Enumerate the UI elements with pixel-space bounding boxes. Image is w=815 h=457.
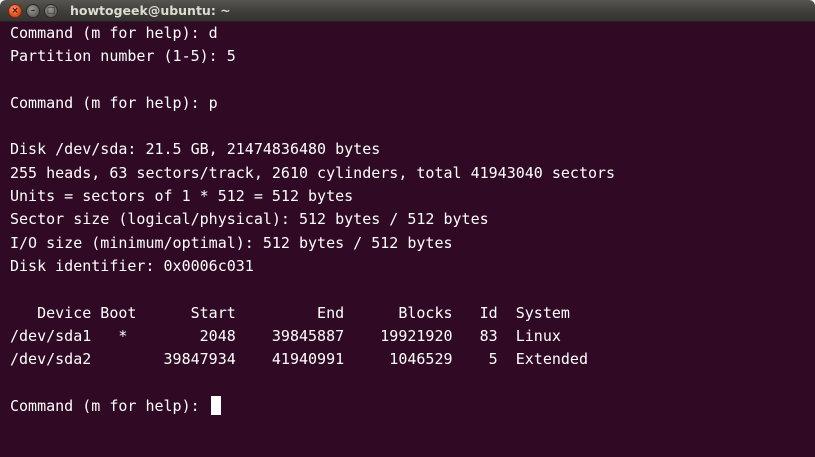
partition-table-header: Device Boot Start End Blocks Id System xyxy=(10,303,570,322)
terminal-line: I/O size (minimum/optimal): 512 bytes / … xyxy=(10,233,453,252)
text-cursor xyxy=(210,395,221,415)
terminal-line: 255 heads, 63 sectors/track, 2610 cylind… xyxy=(10,163,616,182)
terminal-line: Disk /dev/sda: 21.5 GB, 21474836480 byte… xyxy=(10,140,381,159)
terminal-window: × – □ howtogeek@ubuntu: ~ Command (m for… xyxy=(0,0,815,457)
terminal-line: Partition number (1-5): 5 xyxy=(10,47,236,66)
terminal-line: Disk identifier: 0x0006c031 xyxy=(10,256,254,275)
maximize-icon[interactable]: □ xyxy=(44,4,58,18)
title-bar[interactable]: × – □ howtogeek@ubuntu: ~ xyxy=(0,0,815,22)
partition-table-row: /dev/sda1 * 2048 39845887 19921920 83 Li… xyxy=(10,326,561,345)
terminal-prompt-line[interactable]: Command (m for help): xyxy=(10,395,815,418)
terminal-line: Units = sectors of 1 * 512 = 512 bytes xyxy=(10,187,354,206)
partition-table-row: /dev/sda2 39847934 41940991 1046529 5 Ex… xyxy=(10,350,588,369)
close-icon[interactable]: × xyxy=(8,4,22,18)
terminal-prompt: Command (m for help): xyxy=(10,396,209,415)
terminal-line: Sector size (logical/physical): 512 byte… xyxy=(10,210,489,229)
window-title: howtogeek@ubuntu: ~ xyxy=(70,3,231,18)
minimize-icon[interactable]: – xyxy=(26,4,40,18)
terminal-output[interactable]: Command (m for help): d Partition number… xyxy=(0,22,815,457)
terminal-line: Command (m for help): d xyxy=(10,24,218,42)
terminal-line: Command (m for help): p xyxy=(10,93,218,112)
